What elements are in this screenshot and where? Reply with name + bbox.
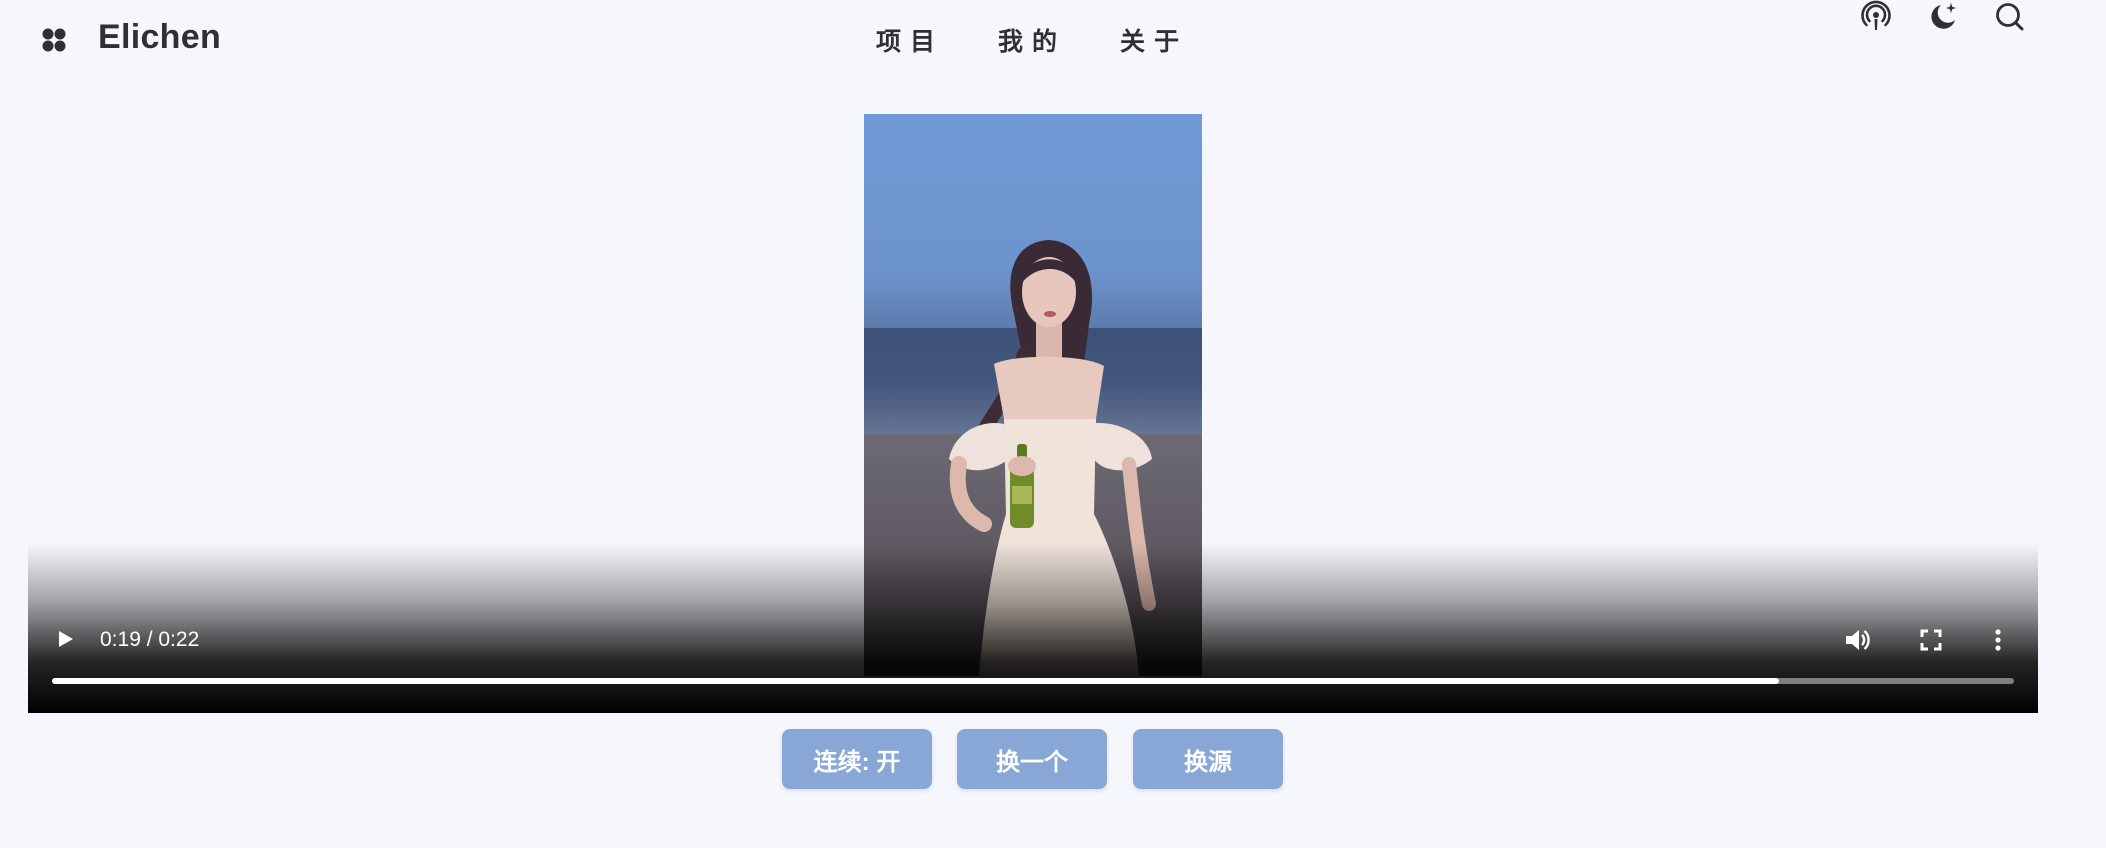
controls-overlay <box>28 543 2038 713</box>
site-brand[interactable]: Elichen <box>98 18 221 57</box>
nav-item-mine[interactable]: 我的 <box>998 22 1066 58</box>
nav-item-about[interactable]: 关于 <box>1120 22 1188 58</box>
main-nav: 项目 我的 关于 <box>876 22 1188 58</box>
progress-bar-fill <box>52 678 1779 684</box>
progress-bar[interactable] <box>52 678 2014 684</box>
play-icon[interactable] <box>50 624 80 654</box>
more-options-icon[interactable] <box>1988 624 2008 656</box>
nav-item-projects[interactable]: 项目 <box>876 22 944 58</box>
switch-source-button[interactable]: 换源 <box>1133 729 1283 789</box>
fullscreen-icon[interactable] <box>1915 624 1947 656</box>
next-video-button[interactable]: 换一个 <box>957 729 1107 789</box>
podcast-icon[interactable] <box>1859 0 1893 34</box>
apps-icon[interactable] <box>40 26 68 54</box>
dark-mode-icon[interactable] <box>1926 0 1960 34</box>
top-header: Elichen 项目 我的 关于 <box>0 0 2106 78</box>
continuous-play-toggle-button[interactable]: 连续: 开 <box>782 729 932 789</box>
volume-icon[interactable] <box>1841 624 1873 656</box>
page: Elichen 项目 我的 关于 0:19 / 0:22 连续: 开 换一个 换… <box>0 0 2106 848</box>
time-display: 0:19 / 0:22 <box>100 628 200 651</box>
search-icon[interactable] <box>1993 0 2027 34</box>
video-player[interactable]: 0:19 / 0:22 <box>28 114 2038 713</box>
